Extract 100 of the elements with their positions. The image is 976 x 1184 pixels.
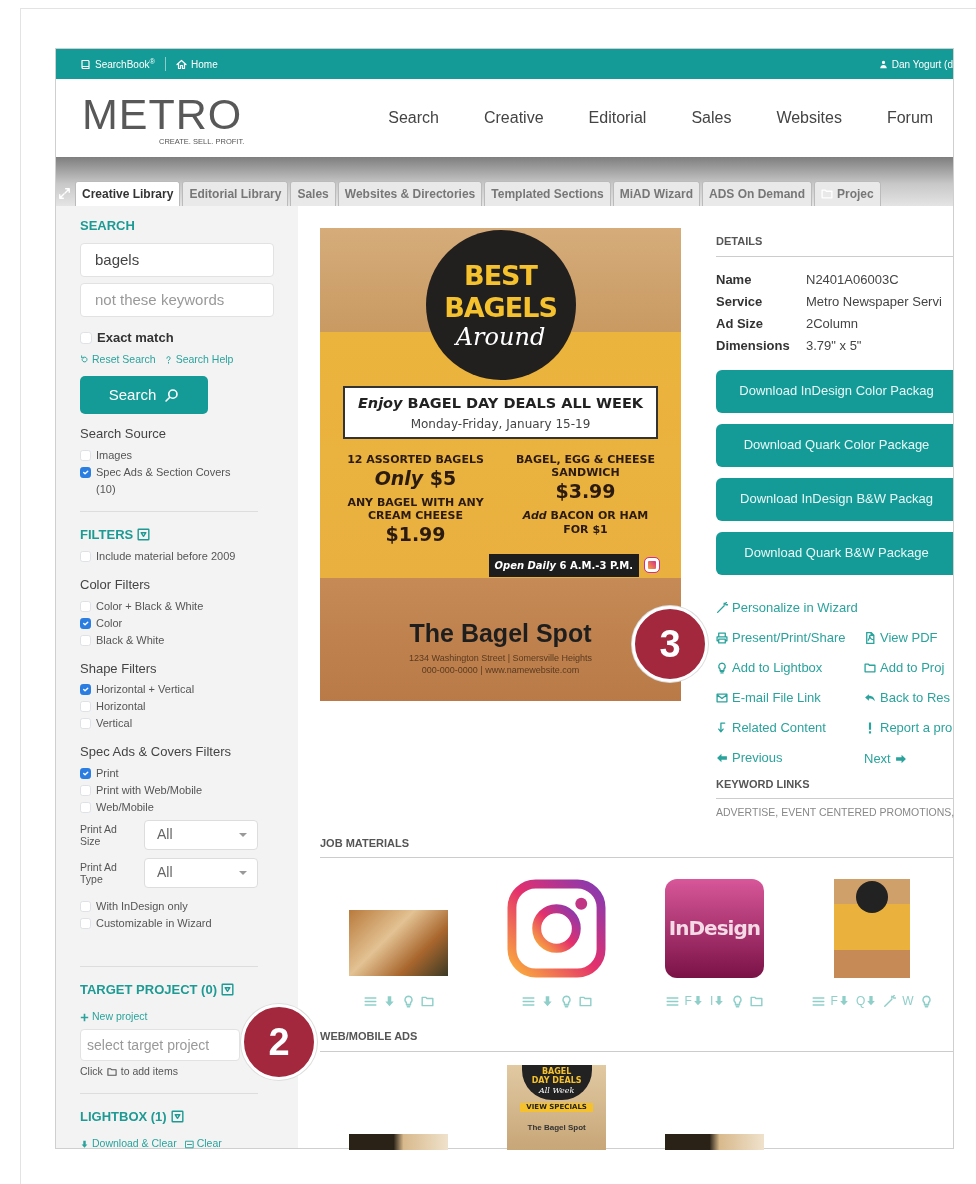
lightbulb-icon[interactable] [731, 994, 745, 1008]
nav-link[interactable]: Editorial [588, 106, 647, 130]
lightbulb-icon [716, 661, 728, 674]
nav-link[interactable]: Search [388, 106, 439, 130]
caret-box-icon[interactable] [170, 1110, 184, 1123]
caret-box-icon[interactable] [137, 528, 151, 541]
action-link[interactable]: Previous [716, 747, 783, 768]
ad-address: 1234 Washington Street | Somersville Heights [408, 652, 593, 665]
tab[interactable]: Creative Library [75, 181, 181, 206]
ad-title: BEST BAGELS [443, 260, 558, 324]
download-link[interactable]: Q [855, 992, 878, 1011]
action-link[interactable]: Add to Lightbox [716, 657, 823, 678]
reset-link[interactable]: Reset Search [80, 351, 156, 368]
action-link[interactable]: Add to Proj [864, 657, 945, 678]
action-link[interactable]: Report a pro [864, 717, 953, 738]
select-field[interactable]: All [144, 819, 258, 850]
tab[interactable]: ADS On Demand [702, 181, 812, 206]
nav-link[interactable]: Websites [776, 106, 842, 130]
user-menu[interactable]: Dan Yogurt (d [878, 56, 953, 72]
action-link[interactable]: Next [864, 748, 907, 769]
checkbox[interactable] [80, 684, 91, 696]
nav-link[interactable]: Forum [886, 106, 934, 130]
download-clear-link[interactable]: Download & Clear [80, 1136, 177, 1152]
checkbox-label: Web/Mobile [96, 799, 154, 815]
caret-icon [239, 870, 247, 875]
folder-icon[interactable] [750, 994, 764, 1008]
exclude-field[interactable]: not these keywords [80, 282, 274, 317]
list-icon[interactable] [363, 994, 377, 1008]
field-value: 2Column [806, 314, 859, 333]
wand-icon[interactable] [883, 994, 897, 1008]
nav-link[interactable]: Creative [484, 106, 544, 130]
field-value: N2401A06003C [806, 270, 899, 289]
folder-icon[interactable] [578, 994, 592, 1008]
download-button[interactable]: Download InDesign B&W Packag [716, 477, 953, 521]
callout-badge: 2 [241, 1004, 317, 1080]
tab[interactable]: Projec [814, 181, 881, 206]
section-heading: DETAILS [716, 228, 953, 257]
deal-title: ANY BAGEL WITH ANY CREAM CHEESE [346, 495, 485, 522]
nav-link[interactable]: Sales [691, 106, 732, 130]
checkbox-label: Horizontal + Vertical [96, 682, 195, 698]
list-icon[interactable] [665, 994, 679, 1008]
book-link[interactable]: SearchBook$^{®}$ [80, 56, 155, 72]
checkbox-label: Horizontal [96, 699, 146, 715]
tab[interactable]: MiAD Wizard [612, 181, 700, 206]
field-value: 3.79" x 5" [806, 336, 862, 355]
hint-text: Click [80, 1064, 103, 1079]
action-link[interactable]: E-mail File Link [716, 687, 821, 708]
home-link[interactable]: Home [176, 56, 218, 72]
home-icon [176, 58, 187, 70]
lightbulb-icon[interactable] [559, 994, 573, 1008]
tab[interactable]: Templated Sections [484, 181, 611, 206]
select-field[interactable]: All [144, 857, 258, 888]
download-button[interactable]: Download Quark B&W Package [716, 531, 953, 575]
action-link[interactable]: Present/Print/Share [716, 627, 846, 648]
download-link[interactable]: F [684, 992, 704, 1011]
folder-icon[interactable] [420, 994, 434, 1008]
folder-icon [106, 1066, 117, 1077]
checkbox-label: Customizable in Wizard [96, 915, 212, 931]
section-heading: TARGET PROJECT (0) [80, 980, 217, 999]
download-icon [80, 1139, 89, 1149]
expand-icon [58, 187, 71, 200]
camera-icon [645, 558, 659, 573]
download-button[interactable]: Download Quark Color Package [716, 423, 953, 467]
lightbulb-icon[interactable] [401, 994, 415, 1008]
checkbox-label: Print [96, 765, 119, 781]
action-link[interactable]: Related Content [716, 717, 826, 738]
checkbox[interactable] [80, 767, 91, 779]
help-link[interactable]: Search Help [163, 351, 234, 368]
download-button[interactable]: Download InDesign Color Packag [716, 369, 953, 413]
list-icon[interactable] [521, 994, 535, 1008]
select-label: Print Ad Size [80, 822, 118, 847]
checkbox[interactable] [80, 617, 91, 629]
lightbulb-icon[interactable] [919, 994, 933, 1008]
field-value: Metro Newspaper Servi [806, 292, 942, 311]
app-tile-label: InDesign [668, 915, 760, 943]
tab[interactable]: Websites & Directories [337, 181, 483, 206]
tab[interactable]: Sales [290, 181, 336, 206]
project-field[interactable]: select target project [80, 1029, 240, 1061]
ad-title-script: Around [455, 324, 546, 350]
hint-text: to add items [120, 1064, 178, 1079]
search-field[interactable]: bagels [80, 242, 274, 277]
action-link[interactable]: View PDF [864, 627, 938, 648]
action-link[interactable]: Personalize in Wizard [716, 597, 858, 618]
list-icon[interactable] [811, 994, 825, 1008]
tab[interactable]: Editorial Library [182, 181, 289, 206]
field-label: Ad Size [716, 314, 764, 333]
download-link[interactable]: I [709, 992, 726, 1011]
clear-link[interactable]: Clear [184, 1136, 222, 1152]
search-button[interactable]: Search [80, 376, 208, 415]
action-link[interactable]: Back to Res [864, 687, 951, 708]
download-link[interactable]: F [830, 992, 850, 1011]
format-link[interactable]: W [902, 992, 914, 1011]
keyword-links[interactable]: ADVERTISE, EVENT CENTERED PROMOTIONS, [716, 805, 953, 821]
checkbox-label: Images [96, 447, 133, 463]
checkbox-label: Color + Black & White [96, 598, 204, 614]
caret-box-icon[interactable] [221, 983, 234, 996]
checkbox-label: Color [96, 615, 123, 631]
checkbox[interactable] [80, 466, 91, 478]
ad-business-name: The Bagel Spot [409, 617, 592, 649]
new-project-link[interactable]: New project [80, 1009, 148, 1025]
